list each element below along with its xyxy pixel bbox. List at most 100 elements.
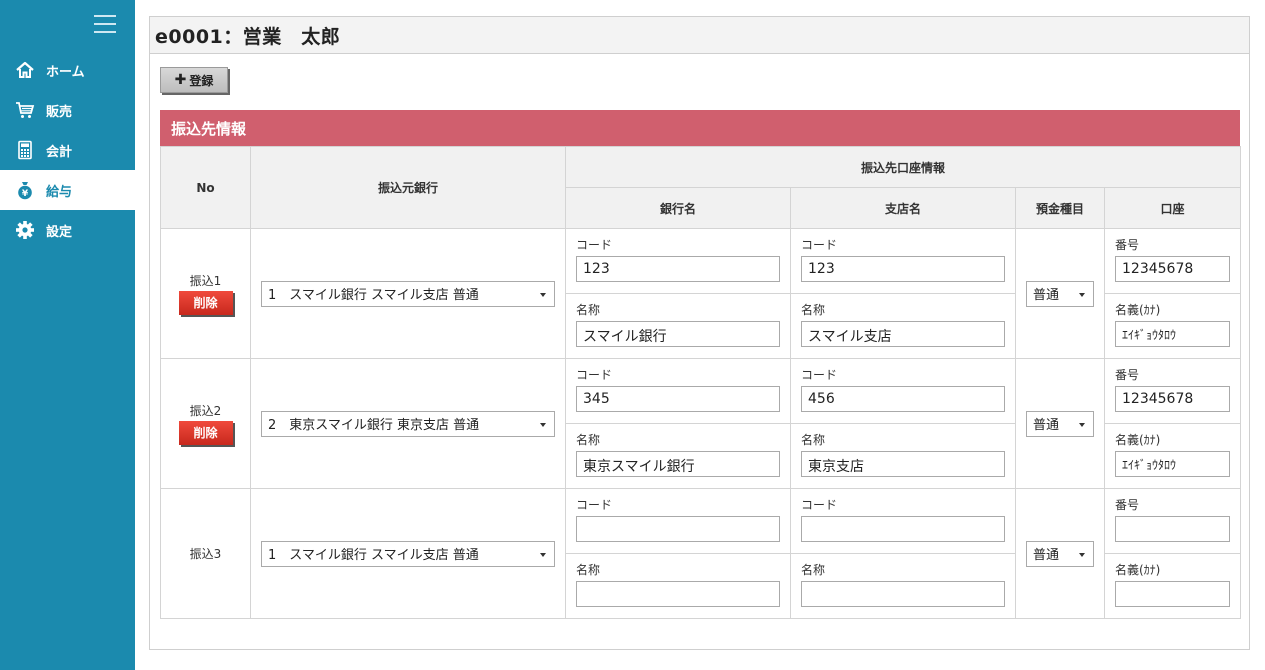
source-bank-select[interactable]: 1 スマイル銀行 スマイル支店 普通	[261, 540, 555, 567]
gear-icon	[15, 220, 35, 240]
sidebar-item-home[interactable]: ホーム	[0, 50, 135, 90]
source-bank-value: 1 スマイル銀行 スマイル支店 普通	[268, 548, 479, 563]
account-number-label: 番号	[1115, 368, 1140, 382]
source-bank-cell: 1 スマイル銀行 スマイル支店 普通	[250, 488, 566, 619]
branch-name-input[interactable]	[801, 581, 1005, 607]
bank-code-cell: コード 345	[565, 358, 791, 424]
bank-name-cell: 名称 スマイル銀行	[565, 293, 791, 359]
account-number-label: 番号	[1115, 238, 1140, 252]
account-holder-label: 名義(ｶﾅ)	[1115, 433, 1161, 447]
bank-name-input[interactable]: スマイル銀行	[576, 321, 780, 347]
bank-code-cell: コード	[565, 488, 791, 554]
sidebar: ホーム 販売 会計 ¥ 給与 設定	[0, 0, 135, 670]
branch-name-label: 名称	[801, 433, 826, 447]
account-number-cell: 番号 12345678	[1103, 228, 1242, 294]
calculator-icon	[15, 140, 35, 160]
branch-code-cell: コード 456	[790, 358, 1016, 424]
bank-code-input[interactable]: 123	[576, 256, 780, 282]
home-icon	[15, 60, 35, 80]
sidebar-item-sales[interactable]: 販売	[0, 90, 135, 130]
deposit-type-select[interactable]: 普通	[1026, 280, 1094, 307]
branch-code-input[interactable]	[801, 516, 1005, 542]
source-bank-cell: 1 スマイル銀行 スマイル支店 普通	[250, 228, 566, 359]
bank-name-input[interactable]: 東京スマイル銀行	[576, 451, 780, 477]
account-holder-cell: 名義(ｶﾅ) ｴｲｷﾞｮｳﾀﾛｳ	[1103, 293, 1242, 359]
account-holder-input[interactable]: ｴｲｷﾞｮｳﾀﾛｳ	[1115, 321, 1231, 347]
source-bank-select[interactable]: 1 スマイル銀行 スマイル支店 普通	[261, 280, 555, 307]
account-number-cell: 番号	[1103, 488, 1242, 554]
bank-code-input[interactable]	[576, 516, 780, 542]
sidebar-item-payroll[interactable]: ¥ 給与	[0, 170, 135, 210]
branch-code-input[interactable]: 123	[801, 256, 1005, 282]
deposit-type-select[interactable]: 普通	[1026, 410, 1094, 437]
branch-code-input[interactable]: 456	[801, 386, 1005, 412]
deposit-type-cell: 普通	[1015, 358, 1105, 489]
account-number-input[interactable]: 12345678	[1115, 256, 1231, 282]
sidebar-item-label: ホーム	[46, 64, 85, 80]
header-no: No	[160, 146, 251, 229]
branch-name-label: 名称	[801, 563, 826, 577]
cart-icon	[15, 100, 35, 120]
source-bank-cell: 2 東京スマイル銀行 東京支店 普通	[250, 358, 566, 489]
header-bank-name: 銀行名	[565, 187, 791, 229]
row-no-label: 振込2	[189, 404, 222, 418]
branch-name-input[interactable]: 東京支店	[801, 451, 1005, 477]
bank-code-label: コード	[576, 498, 613, 512]
sidebar-item-settings[interactable]: 設定	[0, 210, 135, 250]
bank-name-input[interactable]	[576, 581, 780, 607]
register-button[interactable]: ✚ 登録	[160, 67, 228, 93]
branch-code-label: コード	[801, 368, 838, 382]
branch-name-cell: 名称	[790, 553, 1016, 619]
account-number-input[interactable]: 12345678	[1115, 386, 1231, 412]
deposit-type-cell: 普通	[1015, 228, 1105, 359]
source-bank-value: 1 スマイル銀行 スマイル支店 普通	[268, 288, 479, 303]
bank-code-input[interactable]: 345	[576, 386, 780, 412]
account-holder-input[interactable]: ｴｲｷﾞｮｳﾀﾛｳ	[1115, 451, 1231, 477]
source-bank-select[interactable]: 2 東京スマイル銀行 東京支店 普通	[261, 410, 555, 437]
header-dest-account: 振込先口座情報	[564, 146, 1242, 188]
header-deposit-type: 預金種目	[1015, 187, 1105, 229]
branch-name-label: 名称	[801, 303, 826, 317]
table-row: 振込1 削除 1 スマイル銀行 スマイル支店 普通 コード 123 コード 12…	[160, 228, 1242, 359]
account-number-cell: 番号 12345678	[1103, 358, 1242, 424]
deposit-type-value: 普通	[1033, 418, 1060, 433]
bank-code-label: コード	[576, 238, 613, 252]
branch-name-input[interactable]: スマイル支店	[801, 321, 1005, 347]
money-bag-icon: ¥	[15, 180, 35, 200]
account-holder-cell: 名義(ｶﾅ)	[1103, 553, 1242, 619]
account-number-input[interactable]	[1115, 516, 1231, 542]
sidebar-item-label: 販売	[46, 104, 73, 120]
hamburger-menu-icon[interactable]	[94, 15, 116, 33]
bank-code-label: コード	[576, 368, 613, 382]
dropdown-arrow-icon	[1079, 422, 1085, 427]
main-panel: e0001：営業 太郎 ✚ 登録 振込先情報 No 振込元銀行 振込先口座情報 …	[149, 16, 1250, 650]
source-bank-value: 2 東京スマイル銀行 東京支店 普通	[268, 418, 480, 433]
dropdown-arrow-icon	[1079, 552, 1085, 557]
row-no-cell: 振込3	[160, 488, 251, 619]
sidebar-item-label: 会計	[46, 144, 73, 160]
deposit-type-cell: 普通	[1015, 488, 1105, 619]
transfer-table: No 振込元銀行 振込先口座情報 銀行名 支店名 預金種目 口座 振込1 削除 …	[160, 146, 1242, 619]
dropdown-arrow-icon	[540, 552, 546, 557]
bank-code-cell: コード 123	[565, 228, 791, 294]
account-holder-input[interactable]	[1115, 581, 1231, 607]
dropdown-arrow-icon	[540, 422, 546, 427]
row-no-cell: 振込1 削除	[160, 228, 251, 359]
branch-name-cell: 名称 東京支店	[790, 423, 1016, 489]
svg-text:¥: ¥	[22, 189, 29, 199]
row-no-label: 振込1	[189, 274, 222, 288]
sidebar-item-accounting[interactable]: 会計	[0, 130, 135, 170]
delete-button[interactable]: 削除	[178, 421, 233, 445]
row-no-cell: 振込2 削除	[160, 358, 251, 489]
delete-button[interactable]: 削除	[178, 291, 233, 315]
account-number-label: 番号	[1115, 498, 1140, 512]
page-title: e0001：営業 太郎	[155, 25, 341, 48]
sidebar-item-label: 給与	[46, 184, 73, 200]
deposit-type-value: 普通	[1033, 288, 1060, 303]
row-no-label: 振込3	[189, 547, 222, 561]
deposit-type-select[interactable]: 普通	[1026, 540, 1094, 567]
bank-name-label: 名称	[576, 433, 601, 447]
register-button-label: 登録	[189, 73, 214, 88]
header-account: 口座	[1103, 187, 1242, 229]
table-row: 振込2 削除 2 東京スマイル銀行 東京支店 普通 コード 345 コード 45…	[160, 358, 1242, 489]
